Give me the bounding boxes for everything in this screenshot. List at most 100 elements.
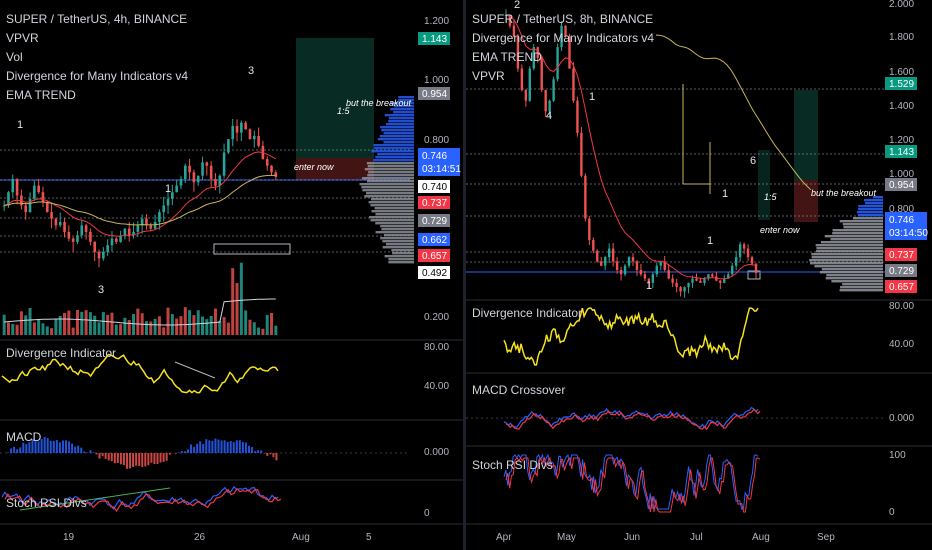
candle-body: [84, 225, 88, 232]
volume-bar: [41, 323, 45, 335]
macd-bar: [193, 446, 196, 453]
vpvr-bar: [388, 261, 414, 264]
candle-body: [106, 245, 109, 252]
vpvr-bar: [383, 234, 414, 237]
stoch-pane-label[interactable]: Stoch RSI Divs: [6, 496, 87, 510]
macd-bar: [89, 450, 92, 453]
vpvr-bar: [359, 183, 414, 186]
volume-bar: [196, 310, 200, 335]
macd-bar: [58, 442, 61, 453]
price-tag-1143: 1.143: [885, 145, 917, 158]
macd-bar: [165, 453, 168, 461]
macd-bar: [226, 441, 229, 453]
price-tag-1529: 1.529: [885, 77, 917, 90]
volume-bar: [93, 315, 97, 335]
candle-body: [183, 165, 187, 179]
divergence-pane-label[interactable]: Divergence Indicator: [472, 306, 582, 320]
indicator-label[interactable]: EMA TREND: [6, 86, 188, 105]
macd-bar: [235, 440, 238, 453]
vpvr-bar: [842, 223, 883, 226]
macd-bar: [214, 438, 217, 453]
vpvr-bar: [391, 249, 414, 252]
time-tick: Sep: [817, 532, 835, 543]
macd-bar: [156, 453, 159, 465]
vpvr-bar: [392, 252, 414, 255]
vpvr-bar: [840, 286, 883, 289]
svg-text:0.492: 0.492: [422, 268, 447, 279]
vpvr-bar: [370, 204, 414, 207]
symbol-title[interactable]: SUPER / TetherUS, 4h, BINANCE: [6, 10, 188, 29]
volume-bar: [274, 325, 278, 335]
candle-body: [731, 265, 734, 275]
price-tick: 1.200: [889, 135, 914, 146]
wave-label: 1: [589, 91, 595, 103]
vpvr-bar: [388, 120, 414, 123]
candle-body: [596, 250, 599, 262]
candle-body: [248, 129, 252, 140]
volume-bar: [15, 324, 19, 335]
time-tick: Apr: [496, 532, 512, 543]
macd-pane-label[interactable]: MACD Crossover: [472, 383, 565, 397]
divergence-tick: 40.00: [889, 339, 914, 350]
macd-bar: [199, 441, 202, 453]
chart-panel-4h[interactable]: 1.200 1.000 0.800 0.200 80.00 40.00 0.00…: [0, 0, 463, 550]
indicator-label[interactable]: Divergence for Many Indicators v4: [472, 29, 654, 48]
wave-label: 1: [722, 188, 728, 200]
macd-bar: [135, 453, 138, 466]
macd-pane-label[interactable]: MACD: [6, 430, 41, 444]
volume-bar: [213, 308, 217, 335]
indicator-label[interactable]: EMA TREND: [472, 48, 654, 67]
candle-body: [659, 261, 662, 266]
macd-bar: [208, 440, 211, 453]
svg-text:0.662: 0.662: [422, 235, 447, 246]
candle-body: [604, 257, 607, 266]
candle-body: [28, 198, 32, 213]
candle-body: [153, 222, 157, 229]
vpvr-bar: [815, 244, 883, 247]
macd-bar: [266, 453, 269, 456]
volume-bar: [6, 322, 10, 335]
stoch-pane-label[interactable]: Stoch RSI Divs: [472, 458, 553, 472]
candle-body: [671, 278, 674, 283]
volume-bar: [19, 311, 23, 335]
candle-body: [50, 212, 53, 219]
volume-bar: [244, 310, 248, 335]
candle-body: [742, 244, 746, 249]
divergence-pane-label[interactable]: Divergence Indicator: [6, 346, 116, 360]
vpvr-bar: [811, 253, 883, 256]
macd-tick: 0.000: [424, 447, 449, 458]
candle-body: [655, 265, 658, 275]
chart-panel-8h[interactable]: 2.000 1.800 1.600 1.400 1.200 1.000 0.80…: [466, 0, 932, 550]
candle-body: [619, 270, 623, 275]
volume-bar: [218, 320, 222, 335]
candle-body: [76, 235, 79, 242]
macd-bar: [202, 443, 205, 453]
vpvr-bar: [821, 268, 883, 271]
price-tag-0737: 0.737: [885, 248, 917, 261]
indicator-label[interactable]: Vol: [6, 48, 188, 67]
candle-body: [675, 282, 678, 288]
candle-body: [209, 165, 213, 179]
indicator-label[interactable]: Divergence for Many Indicators v4: [6, 67, 188, 86]
macd-bar: [272, 453, 275, 458]
price-tick: 1.400: [889, 101, 914, 112]
range-box[interactable]: [213, 243, 291, 255]
vpvr-bar: [811, 256, 883, 259]
macd-bar: [275, 453, 278, 461]
macd-bar: [232, 442, 235, 453]
volume-bar: [183, 307, 187, 335]
candle-body: [738, 244, 742, 258]
vpvr-bar: [826, 274, 883, 277]
long-target-zone[interactable]: [794, 90, 818, 180]
target-zone-small[interactable]: [758, 150, 770, 220]
macd-bar: [77, 445, 80, 453]
price-tag-0662: 0.662: [418, 233, 450, 246]
symbol-title[interactable]: SUPER / TetherUS, 8h, BINANCE: [472, 10, 654, 29]
indicator-label[interactable]: VPVR: [472, 67, 654, 86]
indicator-label[interactable]: VPVR: [6, 29, 188, 48]
volume-bar: [132, 313, 136, 335]
candle-body: [623, 265, 627, 275]
wave-label: 3: [248, 65, 254, 77]
vpvr-bar: [865, 202, 883, 205]
macd-bar: [132, 453, 135, 468]
